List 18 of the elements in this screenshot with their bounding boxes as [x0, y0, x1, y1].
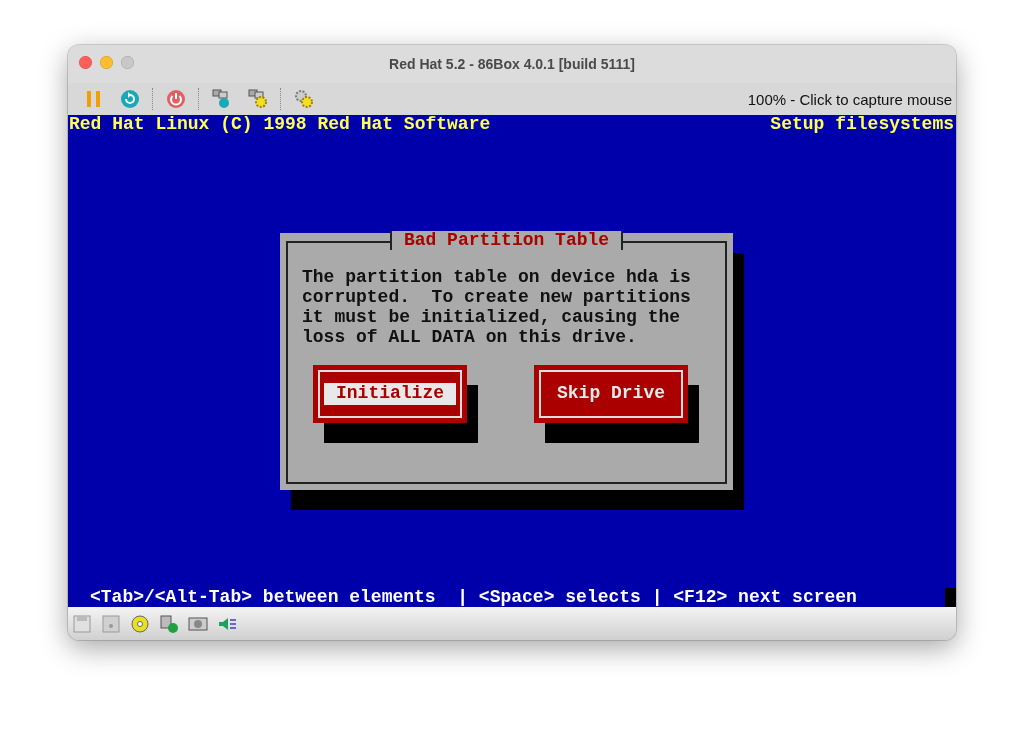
- help-line: <Tab>/<Alt-Tab> between elements | <Space> selects | <F12> next screen: [89, 587, 858, 608]
- floppy-icon[interactable]: [101, 613, 121, 634]
- text-cursor: [945, 588, 956, 607]
- gear-icon[interactable]: [294, 89, 314, 109]
- power-icon[interactable]: [166, 89, 186, 109]
- header-text: Red Hat Linux (C) 1998 Red Hat Software: [69, 115, 491, 135]
- network-icon[interactable]: [159, 613, 179, 634]
- screen-title: Setup filesystems: [770, 115, 954, 135]
- minimize-button[interactable]: [100, 56, 113, 69]
- window-title: Red Hat 5.2 - 86Box 4.0.1 [build 5111]: [389, 56, 635, 72]
- floppy-icon[interactable]: [72, 613, 92, 634]
- reset-icon[interactable]: [120, 89, 140, 109]
- status-text: 100% - Click to capture mouse: [747, 90, 952, 108]
- dialog-message: The partition table on device hda is corrupted. To create new partitions it must be initialized, causing the loss of ALL DATA on this drive.: [302, 268, 692, 348]
- dialog-title: Bad Partition Table: [389, 230, 624, 251]
- cd-icon[interactable]: [130, 613, 150, 634]
- close-button[interactable]: [79, 56, 92, 69]
- zoom-button[interactable]: [121, 56, 134, 69]
